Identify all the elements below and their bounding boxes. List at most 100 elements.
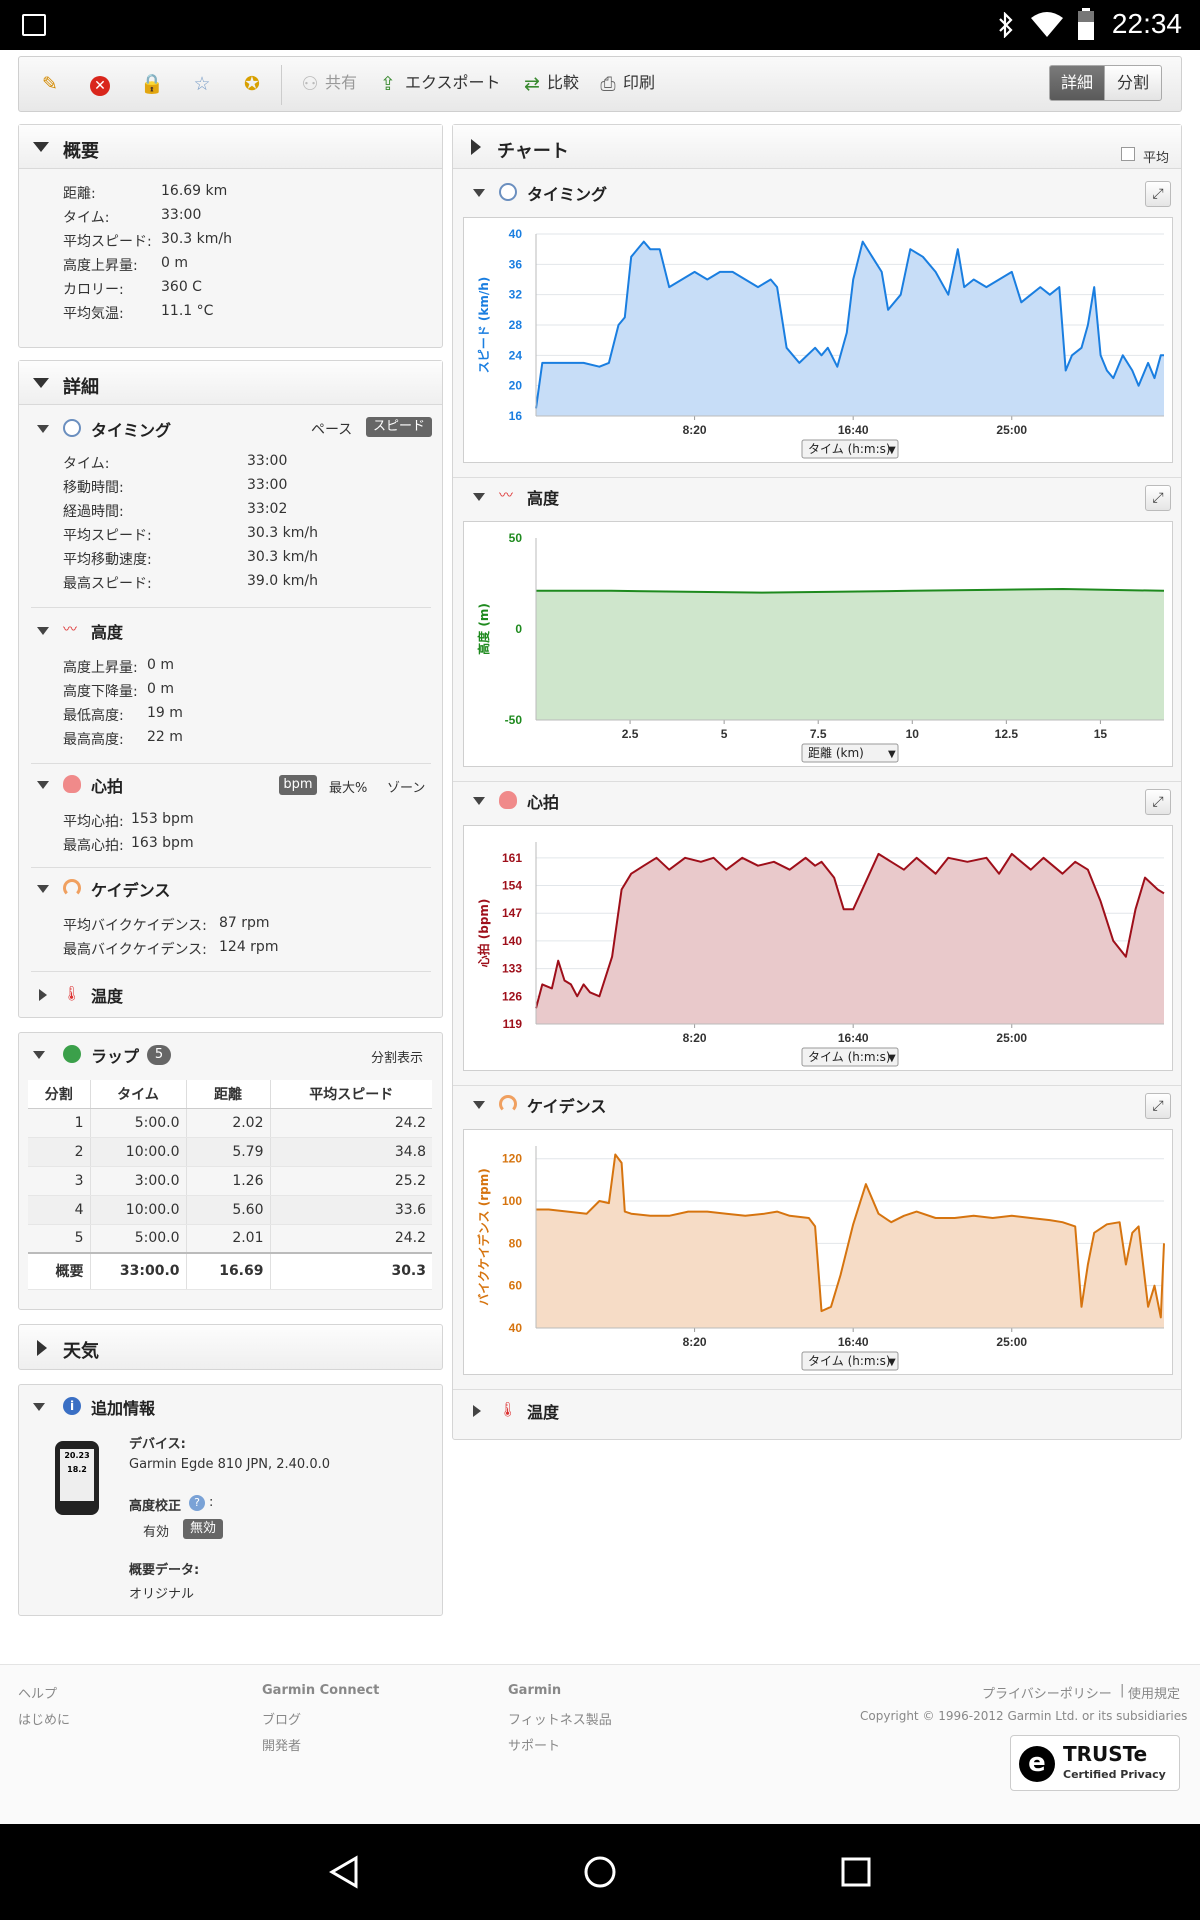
elevation-chart-box: -50 0 50 2.5 5 7.5 10 12.5 15 高度 (m) 距離 (km) ▼ — [463, 521, 1173, 767]
details-header[interactable]: 詳細 — [19, 361, 442, 405]
expand-chart-icon[interactable]: ⤢ — [1145, 485, 1171, 511]
collapse-arrow-icon[interactable] — [473, 797, 485, 805]
info-icon: i — [63, 1397, 81, 1415]
share-button[interactable]: 共有 — [325, 69, 357, 97]
export-button[interactable]: エクスポート — [405, 69, 501, 97]
view-split-toggle[interactable]: 分割 — [1104, 65, 1162, 101]
y-tick-label: 161 — [502, 851, 522, 865]
average-checkbox[interactable] — [1121, 147, 1135, 161]
cadence-title: ケイデンス — [91, 881, 171, 900]
col-header-distance[interactable]: 距離 — [186, 1080, 271, 1109]
collapse-arrow-icon[interactable] — [33, 1051, 45, 1059]
timing-value: 39.0 km/h — [247, 573, 318, 589]
weather-panel[interactable]: 天気 — [18, 1324, 443, 1370]
elevation-correction-label: 高度校正 — [129, 1499, 182, 1514]
heart-value: 163 bpm — [131, 835, 194, 851]
expand-chart-icon[interactable]: ⤢ — [1145, 1093, 1171, 1119]
home-icon[interactable] — [582, 1854, 618, 1890]
lap-distance: 5.60 — [186, 1195, 271, 1225]
timing-label: タイム: — [63, 456, 110, 472]
selector-label: タイム (h:m:s) — [808, 442, 891, 456]
max-percent-toggle[interactable]: 最大% — [329, 777, 367, 796]
selector-label: タイム (h:m:s) — [808, 1050, 891, 1064]
details-title: 詳細 — [63, 377, 99, 398]
heart-icon — [499, 791, 517, 809]
compare-button[interactable]: 比較 — [547, 69, 579, 97]
y-tick-label: 133 — [502, 962, 522, 976]
x-axis-selector[interactable]: タイム (h:m:s)▼ — [801, 1351, 899, 1371]
privacy-lock-icon[interactable]: 🔒 — [139, 71, 165, 97]
x-tick-label: 16:40 — [838, 423, 869, 437]
expand-chart-icon[interactable]: ⤢ — [1145, 181, 1171, 207]
x-axis-selector[interactable]: タイム (h:m:s)▼ — [801, 439, 899, 459]
footer-getting-started-link[interactable]: はじめに — [18, 1709, 70, 1728]
charts-header[interactable]: チャート 平均 — [453, 125, 1181, 169]
summary-data-value: オリジナル — [129, 1587, 195, 1602]
table-row[interactable]: 5 5:00.0 2.01 24.2 — [28, 1224, 432, 1254]
summary-data-label: 概要データ: — [129, 1563, 200, 1578]
badge-icon[interactable]: ✪ — [239, 71, 265, 97]
table-row[interactable]: 4 10:00.0 5.60 33.6 — [28, 1195, 432, 1225]
elevation-chart: -50 0 50 2.5 5 7.5 10 12.5 15 高度 (m) 距離 (km) ▼ — [476, 531, 1165, 763]
lap-avg-speed: 24.2 — [270, 1224, 432, 1254]
heart-chart: 119 126 133 140 147 154 161 8:20 16:40 25:00 心拍 (b… — [476, 842, 1165, 1067]
expand-chart-icon[interactable]: ⤢ — [1145, 789, 1171, 815]
footer-fitness-link[interactable]: フィットネス製品 — [508, 1709, 612, 1728]
print-button[interactable]: 印刷 — [623, 69, 655, 97]
elevation-correction-disabled[interactable]: 無効 — [183, 1519, 223, 1539]
collapse-arrow-icon[interactable] — [473, 1101, 485, 1109]
lap-time: 10:00.0 — [90, 1137, 187, 1167]
delete-icon[interactable]: ✕ — [87, 71, 113, 97]
recents-icon[interactable] — [838, 1854, 874, 1890]
favorite-star-icon[interactable]: ☆ — [189, 71, 215, 97]
expand-arrow-icon[interactable] — [39, 989, 47, 1001]
footer-privacy-link[interactable]: プライバシーポリシー — [982, 1683, 1112, 1702]
zone-toggle[interactable]: ゾーン — [387, 777, 425, 796]
footer-help-link[interactable]: ヘルプ — [18, 1683, 57, 1702]
heart-label: 最高心拍: — [63, 838, 124, 854]
back-icon[interactable] — [326, 1854, 362, 1890]
additional-info-panel: i 追加情報 20.23 18.2 デバイス: Garmin Egde 810 … — [18, 1384, 443, 1616]
summary-header[interactable]: 概要 — [19, 125, 442, 169]
col-header-avg-speed[interactable]: 平均スピード — [270, 1080, 432, 1109]
table-row[interactable]: 2 10:00.0 5.79 34.8 — [28, 1137, 432, 1167]
x-tick-label: 16:40 — [838, 1335, 869, 1349]
collapse-arrow-icon[interactable] — [473, 493, 485, 501]
truste-subtitle: Certified Privacy — [1063, 1768, 1166, 1781]
footer-support-link[interactable]: サポート — [508, 1735, 560, 1754]
view-detail-toggle[interactable]: 詳細 — [1049, 65, 1105, 101]
collapse-arrow-icon[interactable] — [37, 781, 49, 789]
footer-developers-link[interactable]: 開発者 — [262, 1735, 301, 1754]
bluetooth-icon — [999, 12, 1013, 38]
y-axis-label: 心拍 (bpm) — [476, 899, 491, 968]
elevation-correction-enabled[interactable]: 有効 — [143, 1521, 169, 1540]
summary-label: 高度上昇量: — [63, 258, 138, 274]
footer-blog-link[interactable]: ブログ — [262, 1709, 301, 1728]
section-divider — [31, 607, 431, 608]
col-header-time[interactable]: タイム — [90, 1080, 187, 1109]
collapse-arrow-icon[interactable] — [37, 627, 49, 635]
footer-terms-link[interactable]: 使用規定 — [1128, 1683, 1180, 1702]
x-axis-selector[interactable]: タイム (h:m:s)▼ — [801, 1047, 899, 1067]
collapse-arrow-icon[interactable] — [37, 885, 49, 893]
export-icon: ⇪ — [380, 73, 396, 95]
lap-time: 5:00.0 — [90, 1108, 187, 1138]
expand-arrow-icon[interactable] — [473, 1405, 481, 1417]
collapse-arrow-icon[interactable] — [37, 425, 49, 433]
x-axis-selector[interactable]: 距離 (km) ▼ — [801, 743, 899, 763]
y-tick-label: 0 — [515, 622, 522, 636]
split-view-link[interactable]: 分割表示 — [371, 1047, 423, 1066]
edit-pencil-icon[interactable]: ✎ — [37, 71, 63, 97]
pace-toggle[interactable]: ペース — [311, 419, 352, 439]
lap-total-avg-speed: 30.3 — [270, 1252, 432, 1290]
lap-time: 5:00.0 — [90, 1224, 187, 1254]
speed-toggle[interactable]: スピード — [366, 417, 432, 437]
collapse-arrow-icon[interactable] — [33, 1403, 45, 1411]
table-row[interactable]: 1 5:00.0 2.02 24.2 — [28, 1108, 432, 1138]
truste-badge[interactable]: e TRUSTe Certified Privacy — [1010, 1735, 1180, 1791]
table-row[interactable]: 3 3:00.0 1.26 25.2 — [28, 1166, 432, 1196]
bpm-toggle[interactable]: bpm — [279, 775, 317, 795]
collapse-arrow-icon[interactable] — [473, 189, 485, 197]
help-icon[interactable]: ? — [189, 1495, 205, 1511]
col-header-split[interactable]: 分割 — [28, 1080, 91, 1109]
